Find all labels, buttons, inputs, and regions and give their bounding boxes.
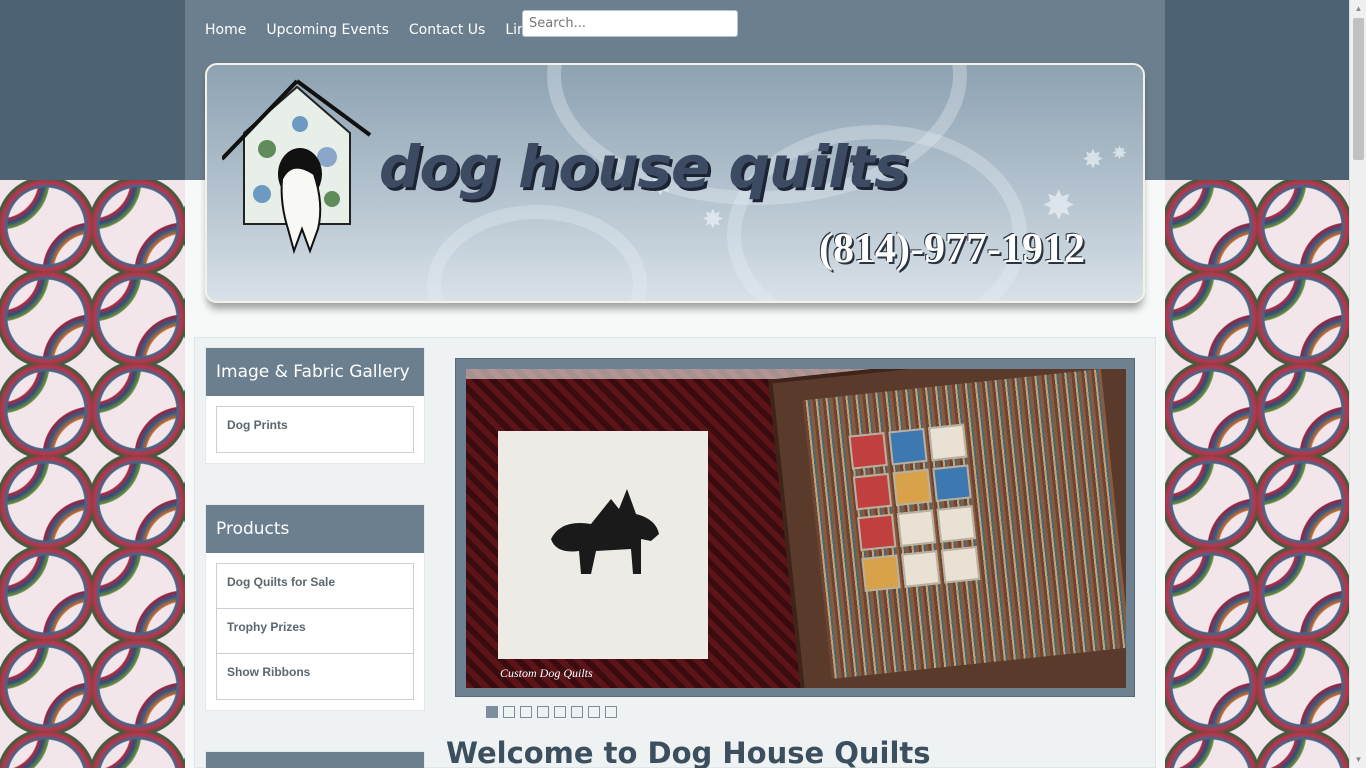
page-heading: Welcome to Dog House Quilts — [446, 736, 931, 768]
module-title: Products — [206, 505, 424, 553]
star-icon: ✸ — [702, 205, 724, 235]
scroll-up-icon[interactable]: ▲ — [1350, 0, 1366, 17]
image-slideshow[interactable]: Custom Dog Quilts — [455, 358, 1135, 697]
slideshow-dot[interactable] — [605, 706, 617, 718]
site-title: dog house quilts — [379, 133, 908, 201]
sidebar-item-dog-quilts-for-sale[interactable]: Dog Quilts for Sale — [217, 564, 413, 609]
scrollbar-thumb[interactable] — [1353, 18, 1364, 160]
main-nav: Home Upcoming Events Contact Us Links — [205, 10, 561, 46]
slideshow-pagination — [486, 706, 617, 718]
star-icon: ✸ — [1082, 145, 1104, 175]
module-list: Dog Prints — [216, 406, 414, 453]
dog-house-logo-icon — [222, 79, 372, 255]
slideshow-dot[interactable] — [588, 706, 600, 718]
scroll-down-icon[interactable]: ▼ — [1350, 751, 1366, 768]
module-title: Image & Fabric Gallery — [206, 348, 424, 396]
content-area: Image & Fabric Gallery Dog Prints Produc… — [194, 337, 1156, 768]
quilt-photo — [768, 369, 1126, 688]
scottie-dog-icon — [551, 489, 659, 574]
sidebar-item-trophy-prizes[interactable]: Trophy Prizes — [217, 609, 413, 654]
search-input[interactable] — [522, 10, 738, 37]
decorative-swirl — [427, 205, 647, 301]
slideshow-dot[interactable] — [503, 706, 515, 718]
header-banner: ✸ ✸ ✸ ✸ ✸ dog house quilts (814)-977-191… — [205, 63, 1145, 303]
quilt-background-right — [1165, 180, 1350, 768]
nav-upcoming-events[interactable]: Upcoming Events — [266, 18, 389, 38]
nav-home[interactable]: Home — [205, 18, 246, 38]
star-icon: ✸ — [1112, 143, 1128, 164]
vertical-scrollbar[interactable]: ▲ ▼ — [1349, 0, 1366, 768]
nav-contact-us[interactable]: Contact Us — [409, 18, 485, 38]
slideshow-dot[interactable] — [486, 706, 498, 718]
sidebar-item-show-ribbons[interactable]: Show Ribbons — [217, 654, 413, 699]
slideshow-dot[interactable] — [554, 706, 566, 718]
phone-number: (814)-977-1912 — [819, 226, 1085, 272]
dog-print-grid — [848, 423, 985, 595]
slide-caption: Custom Dog Quilts — [500, 666, 593, 680]
gallery-module: Image & Fabric Gallery Dog Prints — [205, 347, 425, 464]
slideshow-dot[interactable] — [520, 706, 532, 718]
slideshow-dot[interactable] — [571, 706, 583, 718]
page-container: Home Upcoming Events Contact Us Links ✸ … — [185, 0, 1165, 768]
slide-image[interactable]: Custom Dog Quilts — [466, 369, 1126, 688]
products-module: Products Dog Quilts for Sale Trophy Priz… — [205, 504, 425, 711]
sidebar-item-dog-prints[interactable]: Dog Prints — [217, 407, 413, 452]
module-title — [206, 752, 424, 768]
module-list: Dog Quilts for Sale Trophy Prizes Show R… — [216, 563, 414, 700]
quilt-background-left — [0, 180, 185, 768]
slideshow-dot[interactable] — [537, 706, 549, 718]
third-module — [205, 751, 425, 768]
star-icon: ✸ — [1042, 183, 1076, 229]
